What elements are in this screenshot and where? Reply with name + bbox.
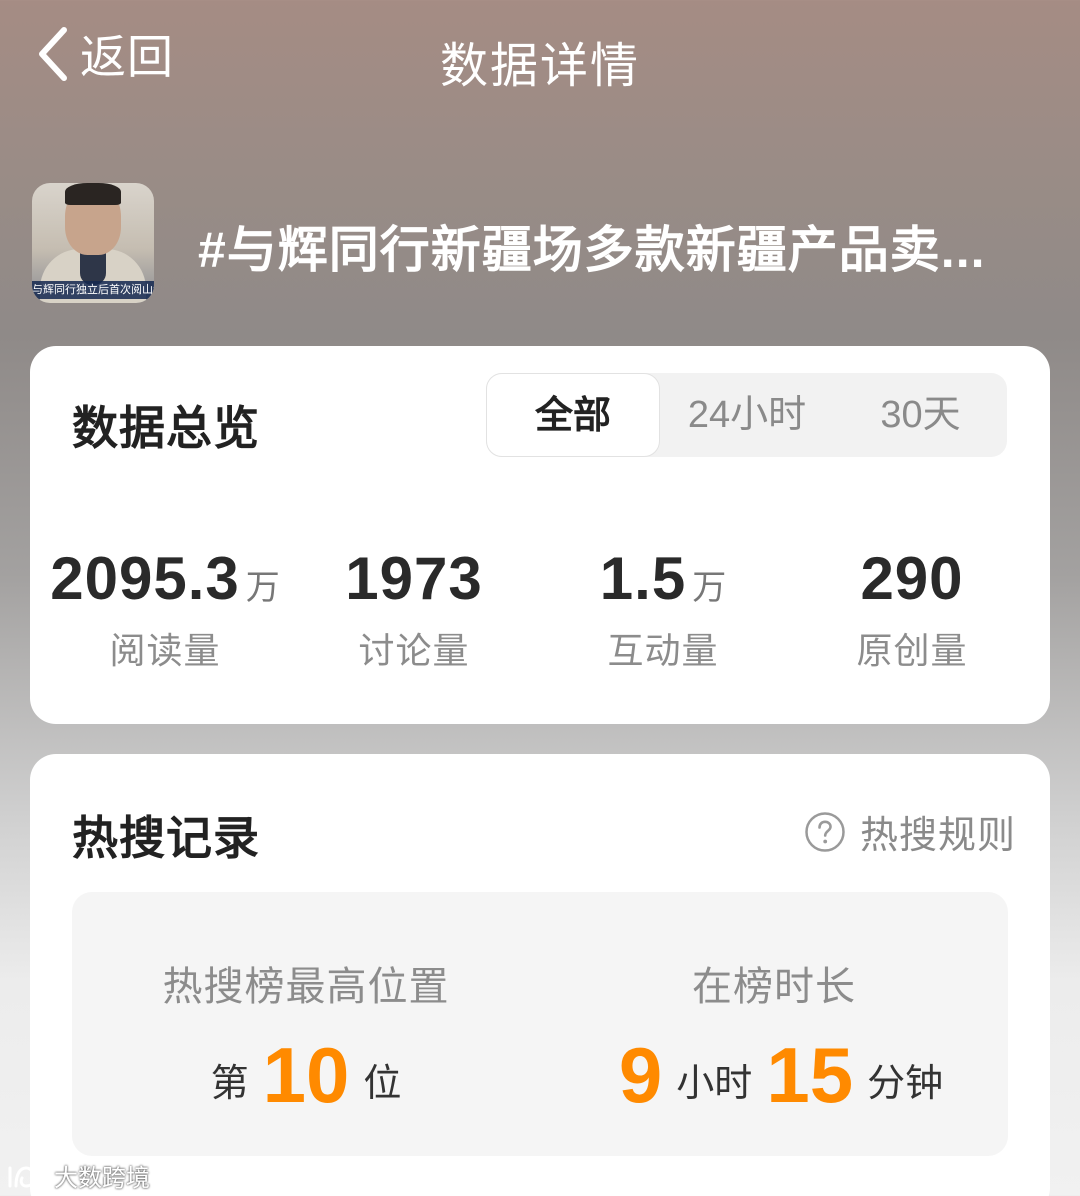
peak-position-label: 热搜榜最高位置: [162, 965, 450, 1009]
data-overview-card: 数据总览 全部 24小时 30天 2095.3 万 阅读量 1973 讨论量 1.…: [30, 346, 1050, 724]
hot-search-title: 热搜记录: [72, 812, 260, 864]
peak-position: 热搜榜最高位置 第 10 位: [72, 892, 540, 1156]
nav-bar: 返回 数据详情: [0, 0, 1080, 112]
peak-position-value: 第 10 位: [72, 1030, 540, 1121]
topic-title[interactable]: #与辉同行新疆场多款新疆产品卖...: [198, 210, 1050, 282]
help-circle-icon: [805, 811, 845, 852]
hours-number: 9: [618, 1031, 663, 1119]
stat-reads: 2095.3 万 阅读量: [40, 544, 290, 674]
minutes-number: 15: [766, 1031, 854, 1119]
watermark-text: 大数跨境: [54, 1165, 150, 1192]
page-title: 数据详情: [439, 40, 640, 93]
overview-title: 数据总览: [72, 402, 260, 454]
thumbnail-caption: 与辉同行独立后首次阅山河专: [32, 281, 154, 299]
stat-value: 290: [860, 545, 964, 612]
peak-rank-number: 10: [262, 1031, 350, 1119]
stat-label: 讨论量: [358, 630, 470, 671]
stat-unit: 万: [692, 569, 727, 607]
stat-value: 1973: [345, 545, 483, 612]
stat-value: 1.5: [599, 545, 687, 612]
stat-label: 阅读量: [109, 630, 221, 671]
stats-row: 2095.3 万 阅读量 1973 讨论量 1.5 万 互动量 290 原创量: [30, 544, 1050, 674]
peak-prefix: 第: [210, 1063, 249, 1105]
stat-value-row: 290: [787, 544, 1037, 620]
time-on-list: 在榜时长 9 小时 15 分钟: [540, 892, 1008, 1156]
hot-search-rules-link[interactable]: 热搜规则: [804, 804, 1016, 859]
stat-value-row: 1.5 万: [538, 544, 788, 620]
time-range-selector: 全部 24小时 30天: [486, 373, 1007, 457]
stat-value-row: 2095.3 万: [40, 544, 290, 620]
stat-originals: 290 原创量: [787, 544, 1037, 674]
stat-label: 原创量: [856, 630, 968, 671]
stat-label: 互动量: [607, 630, 719, 671]
watermark: 大数跨境: [6, 1158, 150, 1193]
stat-discussions: 1973 讨论量: [289, 544, 539, 674]
rules-label: 热搜规则: [859, 815, 1016, 857]
minutes-unit: 分钟: [867, 1063, 944, 1105]
stat-value: 2095.3: [50, 545, 240, 612]
topic-thumbnail[interactable]: 与辉同行独立后首次阅山河专: [32, 183, 154, 303]
time-on-list-label: 在榜时长: [692, 965, 856, 1009]
thumbnail-hair-shape: [65, 183, 121, 205]
hot-search-summary: 热搜榜最高位置 第 10 位 在榜时长 9 小时 15 分钟: [72, 892, 1008, 1156]
stat-value-row: 1973: [289, 544, 539, 620]
tab-all[interactable]: 全部: [486, 373, 660, 457]
hours-unit: 小时: [676, 1063, 753, 1105]
time-on-list-value: 9 小时 15 分钟: [540, 1030, 1008, 1121]
watermark-logo-icon: [8, 1165, 47, 1188]
peak-suffix: 位: [363, 1063, 402, 1105]
stat-interactions: 1.5 万 互动量: [538, 544, 788, 674]
hot-search-card: 热搜记录 热搜规则 热搜榜最高位置 第 10 位 在榜时长 9 小时 15 分钟: [30, 754, 1050, 1196]
tab-30-days[interactable]: 30天: [834, 373, 1007, 457]
tab-24-hours[interactable]: 24小时: [660, 373, 834, 457]
stat-unit: 万: [245, 569, 280, 607]
